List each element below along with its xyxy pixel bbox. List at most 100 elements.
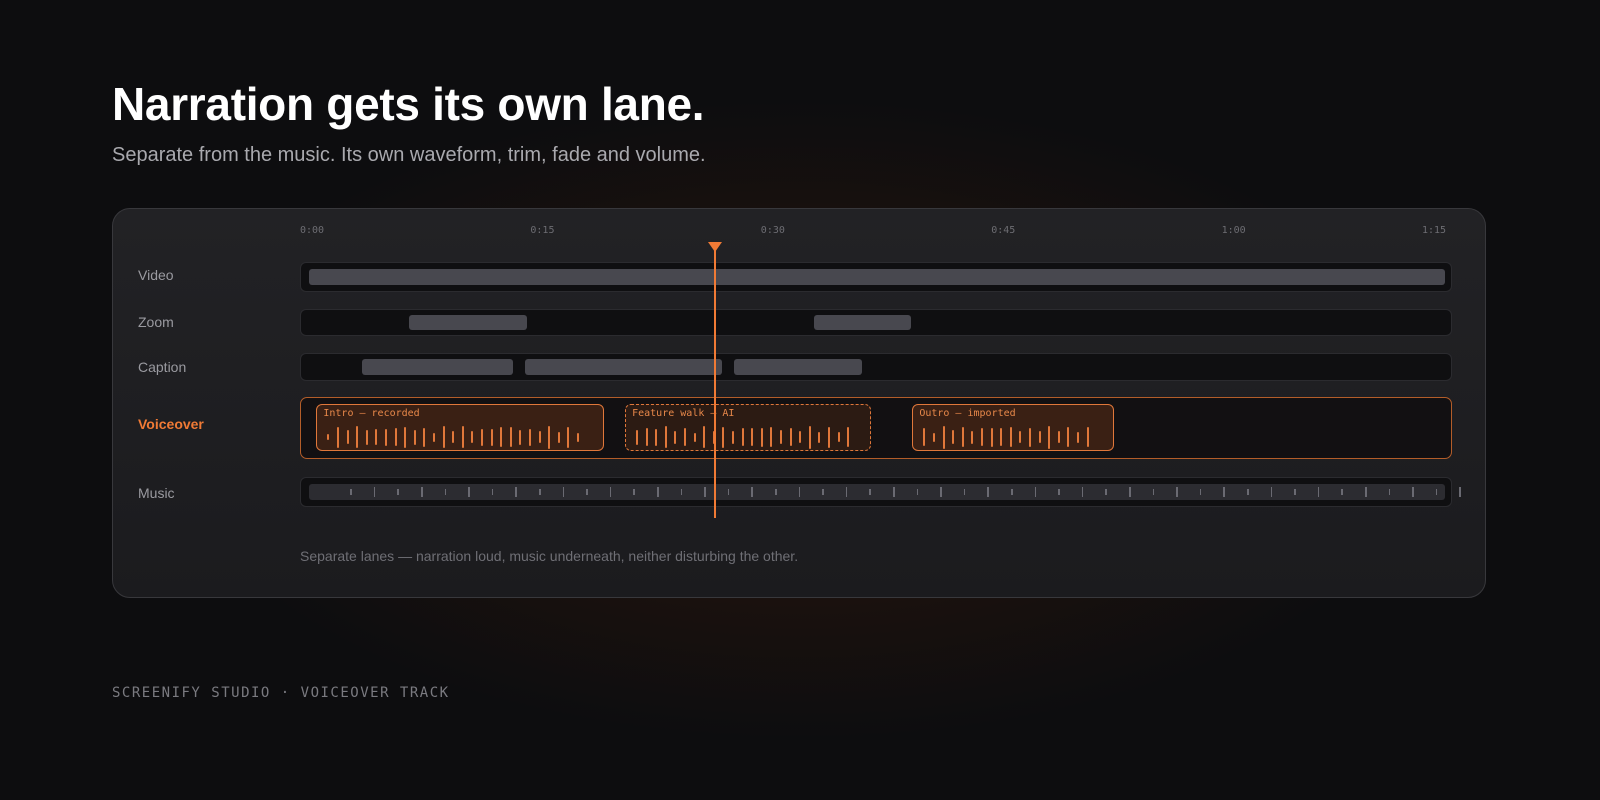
- voiceover-clip-ai[interactable]: Feature walk — AI: [625, 404, 871, 451]
- waveform-bar: [1009, 427, 1012, 447]
- waveform-bar: [645, 428, 648, 446]
- waveform-bar: [576, 432, 579, 442]
- waveform-bar: [500, 427, 503, 447]
- music-waveform-bar: [1341, 489, 1343, 495]
- waveform-bar: [490, 428, 493, 446]
- video-clip[interactable]: [308, 269, 1446, 285]
- waveform-bar: [818, 431, 821, 443]
- zoom-segment[interactable]: [814, 315, 911, 330]
- lane-label-music: Music: [138, 485, 175, 501]
- ruler-tick: 1:00: [1221, 225, 1246, 236]
- timeline-panel: 0:00 0:15 0:30 0:45 1:00 1:15 Video Zoom…: [112, 208, 1486, 598]
- waveform-bar: [336, 426, 339, 448]
- music-waveform-bar: [657, 487, 659, 497]
- voiceover-clip[interactable]: Intro — recorded: [316, 404, 604, 451]
- waveform-bar: [1057, 431, 1060, 443]
- waveform: [923, 423, 1102, 449]
- music-waveform-bar: [704, 487, 706, 497]
- music-waveform-bar: [1317, 487, 1320, 497]
- music-waveform-bar: [1412, 487, 1414, 497]
- music-lane[interactable]: [300, 477, 1461, 507]
- waveform-bar: [760, 427, 763, 447]
- waveform-bar: [375, 429, 378, 445]
- waveform-bar: [423, 427, 426, 447]
- ruler-tick: 1:15: [1422, 225, 1447, 236]
- music-waveform-bar: [916, 489, 919, 495]
- caption-segment[interactable]: [734, 359, 862, 375]
- waveform-bar: [789, 428, 792, 446]
- waveform-bar: [732, 430, 735, 444]
- waveform-bar: [452, 431, 455, 443]
- music-waveform-bar: [1081, 487, 1084, 497]
- music-waveform-bar: [845, 487, 848, 497]
- music-waveform-bar: [1152, 489, 1155, 495]
- music-waveform-bar: [421, 487, 423, 497]
- waveform-bar: [384, 428, 387, 446]
- music-waveform-bar: [1199, 489, 1202, 495]
- waveform-bar: [461, 426, 464, 448]
- playhead[interactable]: [713, 245, 716, 518]
- music-clip[interactable]: [308, 484, 1461, 500]
- waveform-bar: [693, 432, 696, 442]
- lane-label-zoom: Zoom: [138, 314, 174, 330]
- music-waveform-bar: [562, 487, 565, 497]
- music-waveform-bar: [397, 489, 399, 495]
- video-lane[interactable]: [300, 262, 1452, 292]
- waveform-bar: [952, 430, 955, 444]
- waveform-bar: [1086, 427, 1089, 447]
- music-waveform-bar: [1388, 489, 1391, 495]
- headline: Narration gets its own lane.: [112, 78, 705, 130]
- music-waveform-bar: [1129, 487, 1131, 497]
- music-waveform-bar: [350, 489, 352, 495]
- voiceover-lane[interactable]: Intro — recorded Feature walk — AI Outro…: [300, 397, 1452, 459]
- waveform-bar: [471, 431, 474, 443]
- waveform-bar: [538, 431, 541, 443]
- waveform-bar: [1048, 425, 1051, 449]
- waveform-bar: [1076, 431, 1079, 443]
- waveform-bar: [1028, 427, 1031, 447]
- waveform-bar: [923, 428, 926, 446]
- caption-segment[interactable]: [525, 359, 722, 375]
- waveform-bar: [770, 427, 773, 447]
- music-waveform-bar: [1034, 487, 1037, 497]
- caption-segment[interactable]: [362, 359, 513, 375]
- waveform-bar: [413, 429, 416, 445]
- waveform-bar: [847, 427, 850, 447]
- music-waveform-bar: [1294, 489, 1296, 495]
- waveform-bar: [509, 427, 512, 447]
- waveform-bar: [971, 430, 974, 444]
- ruler-tick: 0:00: [300, 225, 325, 236]
- music-waveform-bar: [798, 487, 801, 497]
- music-waveform-bar: [468, 487, 470, 497]
- waveform-bar: [799, 431, 802, 443]
- waveform-bar: [990, 427, 993, 447]
- music-waveform-bar: [539, 489, 541, 495]
- music-waveform-bar: [515, 487, 517, 497]
- music-waveform-bar: [963, 489, 966, 495]
- waveform-bar: [528, 428, 531, 446]
- music-waveform-bar: [609, 487, 612, 497]
- waveform-bar: [1000, 428, 1003, 446]
- music-waveform-bar: [1011, 489, 1013, 495]
- waveform-bar: [837, 432, 840, 442]
- waveform-bar: [655, 428, 658, 446]
- waveform-bar: [664, 426, 667, 448]
- music-waveform-bar: [940, 487, 942, 497]
- waveform-bar: [346, 430, 349, 444]
- voiceover-clip[interactable]: Outro — imported: [912, 404, 1114, 451]
- waveform-bar: [1067, 427, 1070, 447]
- lane-label-voiceover: Voiceover: [138, 416, 204, 432]
- waveform: [327, 423, 592, 449]
- waveform-bar: [741, 428, 744, 446]
- waveform-bar: [980, 428, 983, 446]
- waveform-bar: [1019, 431, 1022, 443]
- waveform-bar: [1038, 431, 1041, 443]
- zoom-lane[interactable]: [300, 309, 1452, 336]
- zoom-segment[interactable]: [408, 315, 527, 330]
- music-waveform-bar: [822, 489, 824, 495]
- waveform-bar: [567, 426, 570, 448]
- music-waveform-bar: [491, 489, 494, 495]
- music-waveform-bar: [775, 489, 777, 495]
- clip-title: Intro — recorded: [323, 408, 420, 419]
- caption-lane[interactable]: [300, 353, 1452, 381]
